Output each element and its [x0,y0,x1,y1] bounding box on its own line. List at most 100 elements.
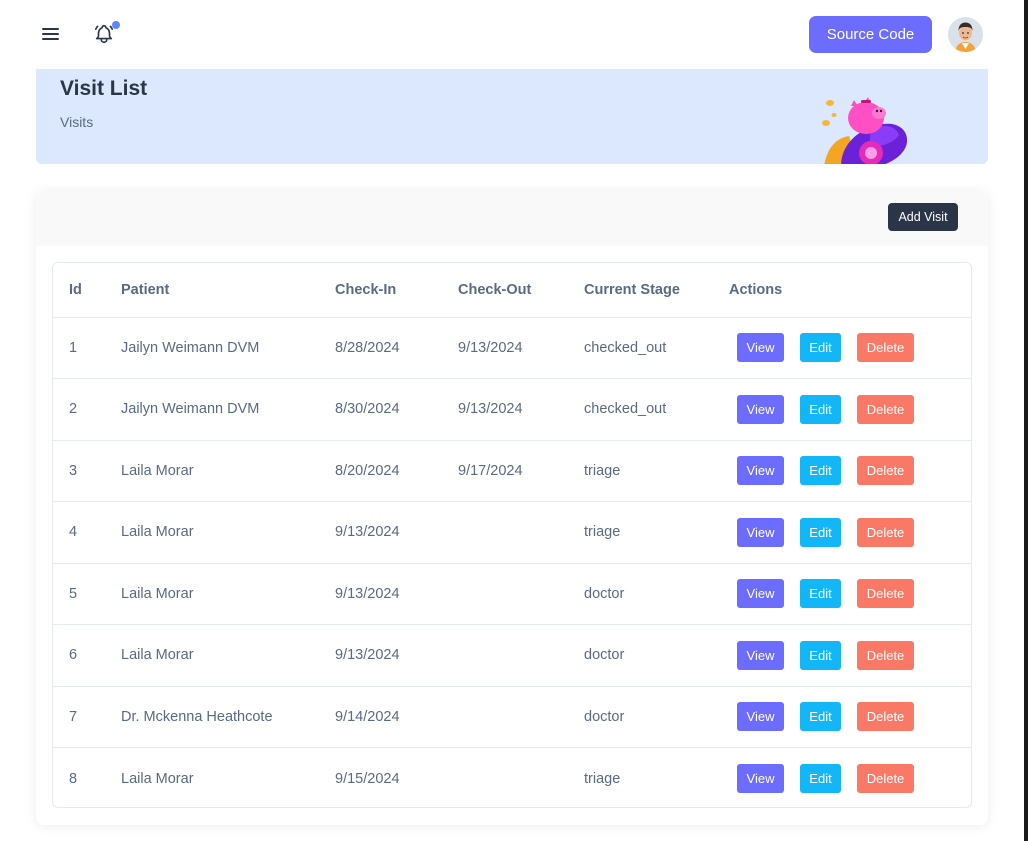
cell-actions: View Edit Delete [713,317,971,379]
delete-button[interactable]: Delete [857,640,914,670]
table-row: 1 Jailyn Weimann DVM 8/28/2024 9/13/2024… [53,317,971,379]
cell-check-in: 8/30/2024 [319,378,442,441]
cell-id: 5 [53,563,105,625]
scrollbar[interactable] [1024,0,1028,841]
edit-button[interactable]: Edit [800,764,841,793]
cell-patient: Laila Morar [105,624,319,687]
cell-check-out [442,563,568,625]
edit-button[interactable]: Edit [800,640,841,670]
cell-id: 7 [53,686,105,748]
cell-check-out [442,686,568,748]
notification-dot [112,21,120,29]
cell-current-stage: doctor [568,686,713,748]
cell-id: 8 [69,770,78,787]
table-row: 7 Dr. Mckenna Heathcote 9/14/2024 doctor… [53,686,971,748]
cell-patient: Laila Morar [121,770,194,787]
cell-check-in: 8/28/2024 [319,317,442,379]
cell-patient: Jailyn Weimann DVM [105,378,319,441]
edit-button[interactable]: Edit [800,702,841,732]
edit-button[interactable]: Edit [800,394,841,424]
cell-check-out: 9/13/2024 [442,378,568,441]
cell-check-out [442,501,568,564]
cell-current-stage: doctor [568,624,713,687]
table-header-row: Id Patient Check-In Check-Out Current St… [53,263,971,318]
table-row: 8 Laila Morar 9/15/2024 triage View Edit… [53,748,971,808]
cell-check-out: 9/13/2024 [442,317,568,379]
edit-button[interactable]: Edit [800,333,841,363]
cell-actions: View Edit Delete [713,501,971,564]
view-button[interactable]: View [737,456,784,486]
visits-card: Add Visit Id Patient Check-In Check-Out … [36,191,988,825]
delete-button[interactable]: Delete [857,579,914,609]
cell-check-out [442,748,568,808]
delete-button[interactable]: Delete [857,456,914,486]
cell-actions: View Edit Delete [713,440,971,502]
page-title: Visit List [60,77,148,100]
cell-patient: Laila Morar [105,501,319,564]
cell-current-stage: checked_out [568,378,713,441]
cell-id: 6 [53,624,105,687]
avatar-image [948,17,983,52]
cell-id: 1 [53,317,105,379]
delete-button[interactable]: Delete [857,394,914,424]
cell-current-stage: triage [568,440,713,502]
edit-button[interactable]: Edit [800,456,841,486]
delete-button[interactable]: Delete [857,702,914,732]
view-button[interactable]: View [737,640,784,670]
cell-actions: View Edit Delete [713,563,971,625]
column-header-patient: Patient [105,263,319,318]
cell-patient: Jailyn Weimann DVM [105,317,319,379]
cell-patient: Laila Morar [105,563,319,625]
edit-button[interactable]: Edit [800,579,841,609]
cell-actions: View Edit Delete [713,748,971,808]
column-header-current-stage: Current Stage [568,263,713,318]
column-header-check-out: Check-Out [442,263,568,318]
view-button[interactable]: View [737,702,784,732]
cell-current-stage: checked_out [568,317,713,379]
cell-actions: View Edit Delete [713,378,971,441]
table-row: 5 Laila Morar 9/13/2024 doctor View Edit… [53,563,971,625]
cell-current-stage: doctor [568,563,713,625]
visits-table: Id Patient Check-In Check-Out Current St… [52,262,972,808]
table-row: 3 Laila Morar 8/20/2024 9/17/2024 triage… [53,440,971,502]
view-button[interactable]: View [737,579,784,609]
view-button[interactable]: View [737,764,784,793]
delete-button[interactable]: Delete [857,333,914,363]
column-header-check-in: Check-In [319,263,442,318]
cell-current-stage: triage [584,770,621,787]
cell-check-in: 9/13/2024 [319,501,442,564]
table-row: 4 Laila Morar 9/13/2024 triage View Edit… [53,501,971,564]
cell-check-in: 9/13/2024 [319,624,442,687]
view-button[interactable]: View [737,333,784,363]
column-header-id: Id [53,263,105,318]
view-button[interactable]: View [737,517,784,547]
cell-check-in: 8/20/2024 [319,440,442,502]
delete-button[interactable]: Delete [857,764,914,793]
cell-id: 4 [53,501,105,564]
cell-check-in: 9/14/2024 [319,686,442,748]
column-header-actions: Actions [713,263,971,318]
cell-check-in: 9/13/2024 [319,563,442,625]
cell-actions: View Edit Delete [713,624,971,687]
cell-check-in: 9/15/2024 [335,770,400,787]
card-header: Add Visit [36,191,988,246]
cell-id: 3 [53,440,105,502]
cell-check-out [442,624,568,687]
cell-id: 2 [53,378,105,441]
cell-patient: Dr. Mckenna Heathcote [105,686,319,748]
top-header: Source Code [0,0,1024,69]
hamburger-icon[interactable] [42,27,59,41]
cell-patient: Laila Morar [105,440,319,502]
piggy-bank-rocket-illustration [822,97,908,164]
cell-actions: View Edit Delete [713,686,971,748]
view-button[interactable]: View [737,394,784,424]
table-row: 2 Jailyn Weimann DVM 8/30/2024 9/13/2024… [53,378,971,441]
edit-button[interactable]: Edit [800,517,841,547]
add-visit-button[interactable]: Add Visit [888,203,958,231]
source-code-button[interactable]: Source Code [809,16,932,53]
avatar[interactable] [948,17,983,52]
cell-check-out: 9/17/2024 [442,440,568,502]
delete-button[interactable]: Delete [857,517,914,547]
table-row: 6 Laila Morar 9/13/2024 doctor View Edit… [53,624,971,687]
page-banner: Visit List Visits [36,69,988,164]
